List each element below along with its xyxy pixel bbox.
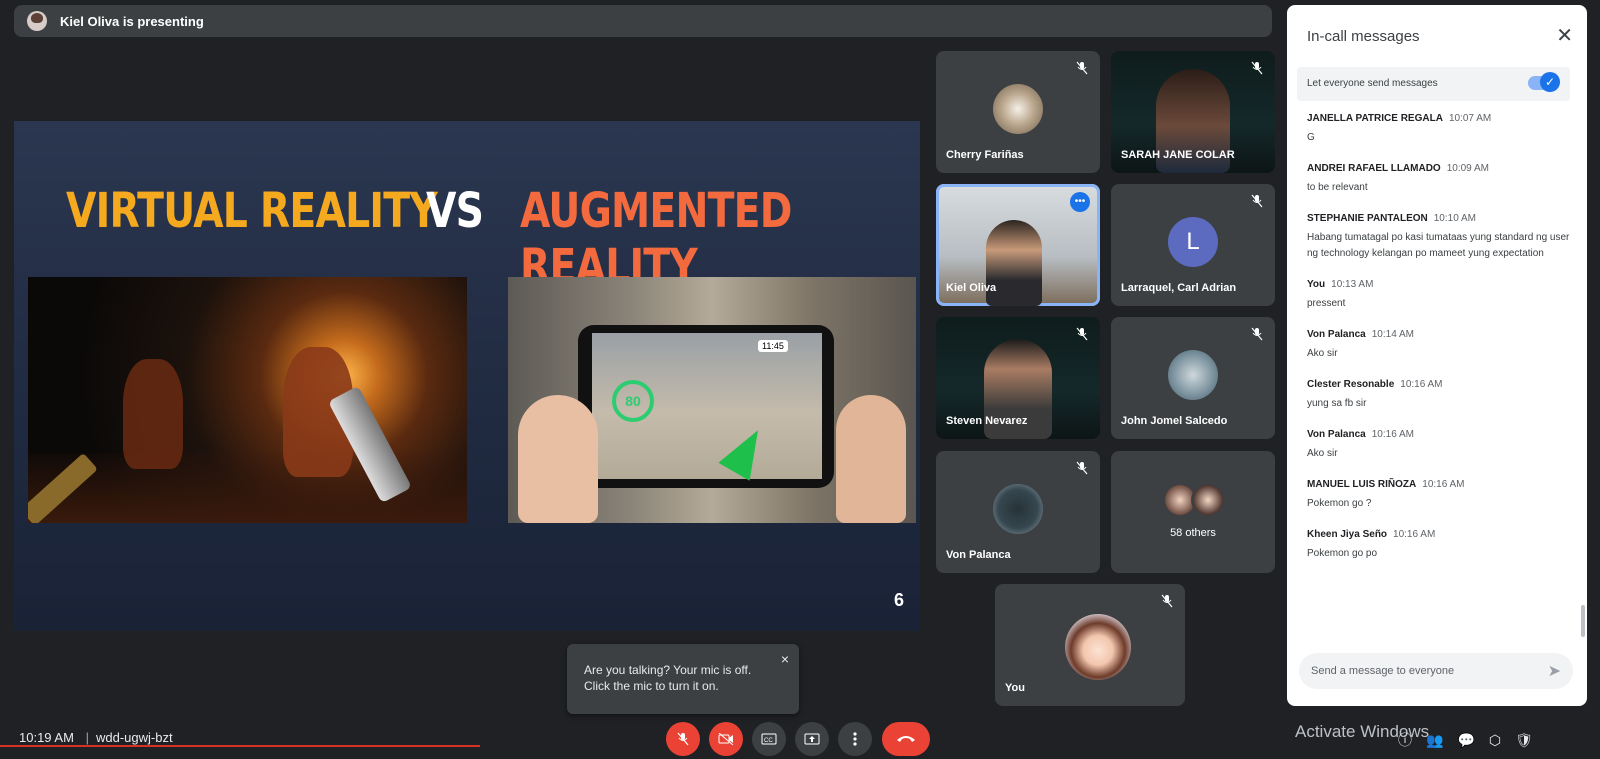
- speaking-indicator-icon: •••: [1070, 192, 1090, 212]
- people-icon[interactable]: 👥: [1426, 732, 1457, 748]
- chat-message: ANDREI RAFAEL LLAMADO 10:09 AM to be relev…: [1307, 163, 1489, 193]
- chat-message-input[interactable]: Send a message to everyone ➤: [1299, 653, 1573, 689]
- chat-message: You 10:13 AM pressent: [1307, 279, 1374, 309]
- mic-off-toast: Are you talking? Your mic is off. Click …: [567, 644, 799, 714]
- avatar: [1191, 483, 1225, 517]
- chat-message: STEPHANIE PANTALEON 10:10 AM Habang tumata…: [1307, 213, 1570, 259]
- chat-message: JANELLA PATRICE REGALA 10:07 AM G: [1307, 113, 1492, 143]
- allow-messages-label: Let everyone send messages: [1307, 78, 1438, 89]
- ar-clock: 11:45: [758, 340, 788, 352]
- chat-icon[interactable]: 💬: [1457, 732, 1488, 748]
- participant-name: Von Palanca: [946, 549, 1011, 561]
- mic-off-icon: [1161, 594, 1173, 608]
- mic-off-icon: [1076, 61, 1088, 75]
- presenter-avatar: [27, 11, 47, 31]
- vr-image: [28, 277, 467, 523]
- presentation-slide: VIRTUAL REALITY VS AUGMENTED REALITY 11:…: [14, 121, 920, 631]
- info-icon[interactable]: ⓘ: [1398, 732, 1426, 748]
- mic-off-icon: [1251, 194, 1263, 208]
- participant-tile-active[interactable]: ••• Kiel Oliva: [936, 184, 1100, 306]
- chat-panel: In-call messages ✕ Let everyone send mes…: [1287, 5, 1587, 706]
- participant-name: SARAH JANE COLAR: [1121, 149, 1235, 161]
- chat-scrollbar[interactable]: [1581, 605, 1585, 637]
- hang-up-icon: [897, 736, 915, 742]
- chat-message: Von Palanca 10:16 AM Ako sir: [1307, 429, 1414, 459]
- send-icon[interactable]: ➤: [1548, 661, 1561, 681]
- participant-tile[interactable]: SARAH JANE COLAR: [1111, 51, 1275, 173]
- end-call-button[interactable]: [882, 722, 930, 756]
- chat-message: MANUEL LUIS RIÑOZA 10:16 AM Pokemon go ?: [1307, 479, 1465, 509]
- toast-close-button[interactable]: ×: [781, 651, 789, 667]
- mic-off-icon: [1076, 461, 1088, 475]
- check-icon: ✓: [1540, 72, 1560, 92]
- present-screen-icon: [804, 733, 820, 745]
- self-tile[interactable]: You: [995, 584, 1185, 706]
- meeting-time: 10:19 AM |: [19, 730, 89, 745]
- participant-tile[interactable]: Cherry Fariñas: [936, 51, 1100, 173]
- participant-name: You: [1005, 682, 1025, 694]
- activities-icon[interactable]: ⬡: [1489, 732, 1515, 748]
- others-count: 58 others: [1170, 527, 1216, 539]
- avatar: [1065, 614, 1131, 680]
- slide-title-vr: VIRTUAL REALITY: [66, 183, 438, 239]
- chat-message: Von Palanca 10:14 AM Ako sir: [1307, 329, 1414, 359]
- meeting-tray-icons: ⓘ👥💬⬡🛡: [1398, 730, 1547, 750]
- host-controls-icon[interactable]: 🛡: [1515, 732, 1547, 748]
- mic-off-icon: [1251, 61, 1263, 75]
- avatar: L: [1168, 217, 1218, 267]
- participant-tile[interactable]: L Larraquel, Carl Adrian: [1111, 184, 1275, 306]
- mic-off-icon: [677, 732, 689, 746]
- participant-name: Larraquel, Carl Adrian: [1121, 282, 1237, 294]
- ar-image: 11:45 80: [508, 277, 916, 523]
- chat-message-list: JANELLA PATRICE REGALA 10:07 AM G ANDREI R…: [1307, 113, 1577, 579]
- others-tile[interactable]: 58 others: [1111, 451, 1275, 573]
- participant-name: John Jomel Salcedo: [1121, 415, 1228, 427]
- toast-text: Are you talking? Your mic is off. Click …: [584, 663, 752, 693]
- participant-tile[interactable]: Von Palanca: [936, 451, 1100, 573]
- captions-button[interactable]: CC: [752, 722, 786, 756]
- meeting-code: wdd-ugwj-bzt: [96, 730, 173, 745]
- allow-messages-row: Let everyone send messages ✓: [1297, 67, 1570, 101]
- chat-close-button[interactable]: ✕: [1556, 23, 1573, 48]
- mic-toggle-button[interactable]: [666, 722, 700, 756]
- camera-toggle-button[interactable]: [709, 722, 743, 756]
- camera-off-icon: [718, 732, 734, 746]
- avatar: [993, 84, 1043, 134]
- slide-title-vs: VS: [426, 183, 484, 239]
- participant-tile[interactable]: John Jomel Salcedo: [1111, 317, 1275, 439]
- presenter-banner-text: Kiel Oliva is presenting: [60, 13, 204, 29]
- participant-name: Cherry Fariñas: [946, 149, 1024, 161]
- participant-name: Steven Nevarez: [946, 415, 1028, 427]
- more-vert-icon: [853, 732, 857, 746]
- presenter-banner: Kiel Oliva is presenting: [14, 5, 1272, 37]
- chat-panel-title: In-call messages: [1307, 28, 1420, 45]
- chat-message: Clester Resonable 10:16 AM yung sa fb sir: [1307, 379, 1443, 409]
- mic-off-icon: [1076, 327, 1088, 341]
- avatar: [993, 484, 1043, 534]
- participant-name: Kiel Oliva: [946, 282, 997, 294]
- ar-gauge: 80: [612, 380, 654, 422]
- mic-off-icon: [1251, 327, 1263, 341]
- chat-input-placeholder: Send a message to everyone: [1311, 665, 1455, 677]
- slide-page-number: 6: [893, 590, 904, 610]
- participant-tile[interactable]: Steven Nevarez: [936, 317, 1100, 439]
- chat-message: Kheen Jiya Seño 10:16 AM Pokemon go po: [1307, 529, 1436, 559]
- captions-icon: CC: [761, 733, 777, 745]
- avatar: [1168, 350, 1218, 400]
- present-button[interactable]: [795, 722, 829, 756]
- svg-text:CC: CC: [764, 738, 773, 744]
- more-options-button[interactable]: [838, 722, 872, 756]
